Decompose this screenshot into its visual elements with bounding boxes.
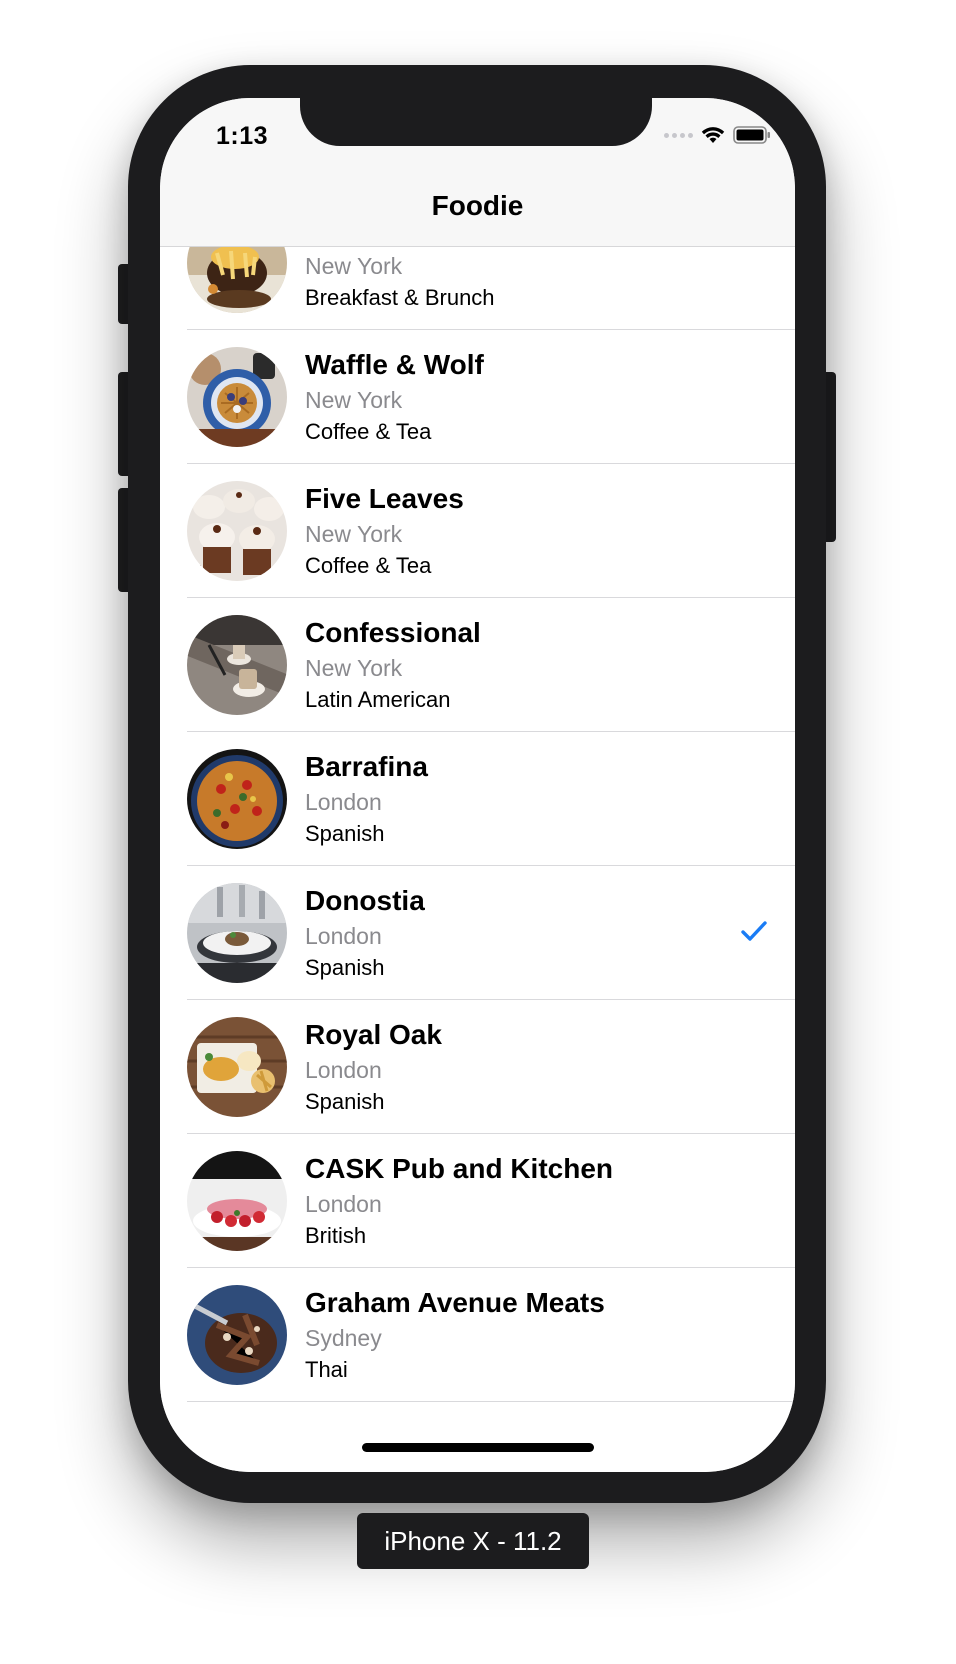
restaurant-row[interactable]: Donostia London Spanish xyxy=(160,866,795,1000)
restaurant-location: London xyxy=(305,1191,382,1217)
restaurant-location: London xyxy=(305,789,382,815)
restaurant-text: Barrafina London Spanish xyxy=(305,750,428,850)
restaurant-thumbnail xyxy=(187,481,287,581)
restaurant-row[interactable]: Confessional New York Latin American xyxy=(160,598,795,732)
restaurant-name: Five Leaves xyxy=(305,483,464,514)
restaurant-name: Waffle & Wolf xyxy=(305,349,484,380)
restaurant-list-content: New York Breakfast & Brunch Waffle & Wol… xyxy=(160,247,795,1402)
home-indicator[interactable] xyxy=(362,1443,594,1452)
restaurant-row[interactable]: Waffle & Wolf New York Coffee & Tea xyxy=(160,330,795,464)
restaurant-row[interactable]: Graham Avenue Meats Sydney Thai xyxy=(160,1268,795,1402)
restaurant-name: Royal Oak xyxy=(305,1019,442,1050)
restaurant-cuisine: Spanish xyxy=(305,821,385,846)
restaurant-text: New York Breakfast & Brunch xyxy=(305,247,495,314)
restaurant-row[interactable]: Five Leaves New York Coffee & Tea xyxy=(160,464,795,598)
restaurant-text: Waffle & Wolf New York Coffee & Tea xyxy=(305,348,484,448)
restaurant-location: London xyxy=(305,923,382,949)
restaurant-name: Barrafina xyxy=(305,751,428,782)
restaurant-text: Confessional New York Latin American xyxy=(305,616,481,716)
sensor-notch xyxy=(300,98,652,146)
restaurant-row[interactable]: New York Breakfast & Brunch xyxy=(160,247,795,330)
restaurant-cuisine: British xyxy=(305,1223,367,1248)
restaurant-text: CASK Pub and Kitchen London British xyxy=(305,1152,613,1252)
simulator-device-label: iPhone X - 11.2 xyxy=(357,1513,589,1569)
restaurant-thumbnail xyxy=(187,749,287,849)
status-time: 1:13 xyxy=(216,122,269,150)
restaurant-thumbnail xyxy=(187,347,287,447)
restaurant-cuisine: Coffee & Tea xyxy=(305,553,432,578)
restaurant-location: New York xyxy=(305,521,403,547)
restaurant-row[interactable]: Barrafina London Spanish xyxy=(160,732,795,866)
restaurant-name: Graham Avenue Meats xyxy=(305,1287,605,1318)
restaurant-name: Confessional xyxy=(305,617,481,648)
restaurant-location: New York xyxy=(305,655,403,681)
restaurant-thumbnail xyxy=(187,1285,287,1385)
restaurant-cuisine: Breakfast & Brunch xyxy=(305,285,495,310)
restaurant-thumbnail xyxy=(187,615,287,715)
restaurant-text: Royal Oak London Spanish xyxy=(305,1018,442,1118)
restaurant-location: New York xyxy=(305,387,403,413)
restaurant-cuisine: Thai xyxy=(305,1357,348,1382)
restaurant-location: New York xyxy=(305,253,403,279)
restaurant-thumbnail xyxy=(187,1017,287,1117)
status-icons xyxy=(664,126,771,144)
restaurant-row[interactable]: CASK Pub and Kitchen London British xyxy=(160,1134,795,1268)
restaurant-cuisine: Spanish xyxy=(305,1089,385,1114)
restaurant-name: Donostia xyxy=(305,885,425,916)
wifi-icon xyxy=(701,127,725,143)
restaurant-text: Graham Avenue Meats Sydney Thai xyxy=(305,1286,605,1386)
checkmark-icon xyxy=(741,921,767,941)
nav-title: Foodie xyxy=(431,190,524,221)
restaurant-cuisine: Latin American xyxy=(305,687,451,712)
simulator-window: Foodie 1:13 New York Breakfast & Brunch … xyxy=(0,0,956,1664)
signal-dots-icon xyxy=(664,132,693,138)
battery-icon xyxy=(733,126,770,144)
restaurant-cuisine: Spanish xyxy=(305,955,385,980)
restaurant-thumbnail xyxy=(187,247,287,313)
restaurant-cuisine: Coffee & Tea xyxy=(305,419,432,444)
restaurant-location: London xyxy=(305,1057,382,1083)
restaurant-name: CASK Pub and Kitchen xyxy=(305,1153,614,1184)
restaurant-name xyxy=(305,247,495,248)
restaurant-text: Donostia London Spanish xyxy=(305,884,425,984)
restaurant-text: Five Leaves New York Coffee & Tea xyxy=(305,482,464,582)
phone-screen: Foodie 1:13 New York Breakfast & Brunch … xyxy=(160,98,795,1472)
restaurant-location: Sydney xyxy=(305,1325,382,1351)
restaurant-row[interactable]: Royal Oak London Spanish xyxy=(160,1000,795,1134)
restaurant-thumbnail xyxy=(187,1151,287,1251)
restaurant-list[interactable]: New York Breakfast & Brunch Waffle & Wol… xyxy=(160,247,795,1472)
restaurant-thumbnail xyxy=(187,883,287,983)
